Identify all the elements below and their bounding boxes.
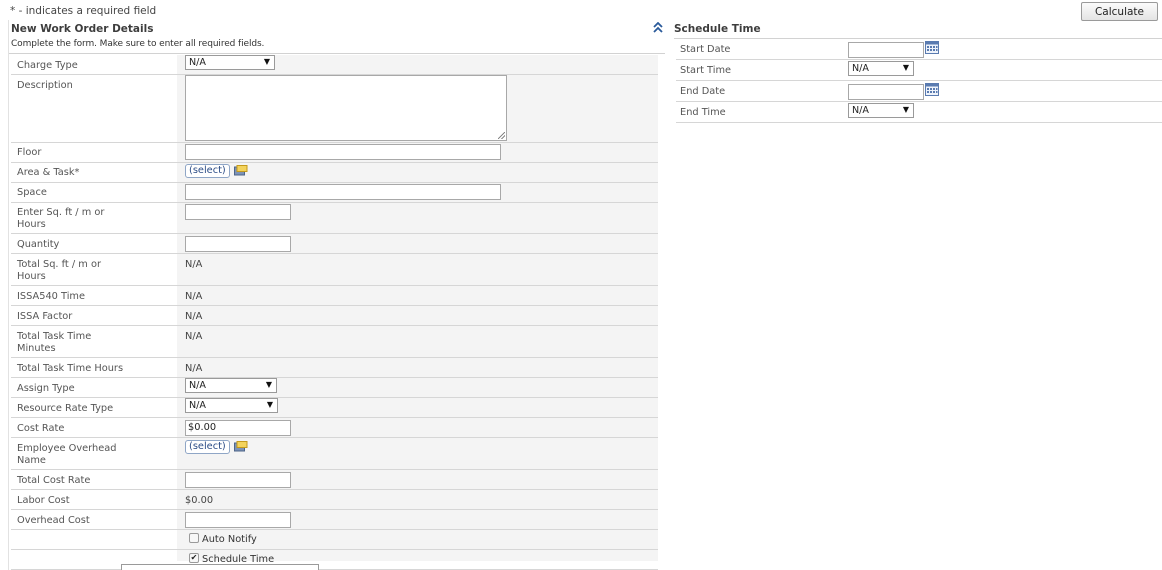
start-date-label: Start Date (680, 44, 731, 55)
overhead-cost-label: Overhead Cost (17, 515, 90, 526)
row-cost-rate: Cost Rate $0.00 (11, 418, 658, 438)
quantity-label: Quantity (17, 239, 60, 250)
total-sqft-label: Total Sq. ft / m or Hours (17, 259, 101, 282)
end-date-label: End Date (680, 86, 726, 97)
row-start-date: Start Date (676, 39, 1162, 60)
row-resource-rate-type: Resource Rate Type N/A ▼ (11, 398, 658, 418)
labor-cost-label: Labor Cost (17, 495, 70, 506)
schedule-time-checkbox[interactable]: ✔ (189, 553, 199, 563)
row-floor: Floor (11, 143, 658, 163)
total-task-hours-label: Total Task Time Hours (17, 363, 124, 374)
row-description: Description (11, 75, 658, 143)
total-task-minutes-label: Total Task Time Minutes (17, 331, 92, 354)
calendar-icon[interactable] (925, 41, 939, 54)
area-task-select-link[interactable]: (select) (185, 164, 230, 178)
auto-notify-checkbox[interactable] (189, 533, 199, 543)
floor-label: Floor (17, 147, 42, 158)
charge-type-label: Charge Type (17, 60, 78, 71)
row-total-cost-rate: Total Cost Rate (11, 470, 658, 490)
area-task-label: Area & Task* (17, 167, 80, 178)
row-assign-type: Assign Type N/A ▼ (11, 378, 658, 398)
sqft-hours-input[interactable] (185, 204, 291, 220)
row-start-time: Start Time N/A ▼ (676, 60, 1162, 81)
overhead-cost-input[interactable] (185, 512, 291, 528)
quantity-input[interactable] (185, 236, 291, 252)
floor-input[interactable] (185, 144, 501, 160)
end-time-select[interactable]: N/A ▼ (848, 103, 914, 118)
charge-type-value: N/A (189, 57, 206, 68)
row-schedule-time: ✔ Schedule Time (11, 550, 658, 570)
issa-factor-label: ISSA Factor (17, 311, 73, 322)
schedule-time-title: Schedule Time (674, 23, 761, 35)
dropdown-arrow-icon: ▼ (902, 105, 909, 114)
row-charge-type: Charge Type N/A ▼ (11, 55, 658, 75)
panel-title: New Work Order Details (11, 23, 154, 35)
end-date-input[interactable] (848, 84, 924, 100)
work-order-page: * - indicates a required field Calculate… (0, 0, 1162, 570)
end-time-label: End Time (680, 107, 726, 118)
issa-time-value: N/A (185, 291, 203, 302)
auto-notify-label: Auto Notify (202, 534, 257, 545)
assign-type-label: Assign Type (17, 383, 75, 394)
folder-icon[interactable] (234, 165, 248, 176)
row-total-task-minutes: Total Task Time Minutes N/A (11, 326, 658, 358)
row-employee-overhead: Employee Overhead Name (select) (11, 438, 658, 470)
issa-factor-value: N/A (185, 311, 203, 322)
labor-cost-value: $0.00 (185, 495, 214, 506)
row-end-time: End Time N/A ▼ (676, 102, 1162, 123)
start-time-label: Start Time (680, 65, 732, 76)
folder-icon[interactable] (234, 441, 248, 452)
row-total-task-hours: Total Task Time Hours N/A (11, 358, 658, 378)
row-labor-cost: Labor Cost $0.00 (11, 490, 658, 510)
row-end-date: End Date (676, 81, 1162, 102)
cut-off-popup (121, 564, 319, 570)
space-label: Space (17, 187, 47, 198)
panel-subtitle: Complete the form. Make sure to enter al… (11, 39, 265, 49)
cost-rate-input[interactable]: $0.00 (185, 420, 291, 436)
sqft-hours-label: Enter Sq. ft / m or Hours (17, 207, 105, 230)
dropdown-arrow-icon: ▼ (266, 400, 273, 409)
row-issa-factor: ISSA Factor N/A (11, 306, 658, 326)
issa-time-label: ISSA540 Time (17, 291, 85, 302)
description-label: Description (17, 80, 73, 91)
divider (9, 53, 665, 54)
calculate-button[interactable]: Calculate (1081, 2, 1158, 21)
dropdown-arrow-icon: ▼ (263, 57, 270, 66)
double-chevron-up-icon[interactable] (653, 21, 665, 34)
row-area-task: Area & Task* (select) (11, 163, 658, 183)
row-quantity: Quantity (11, 234, 658, 254)
row-space: Space (11, 183, 658, 203)
work-order-details-panel: New Work Order Details Complete the form… (8, 20, 665, 570)
total-task-hours-value: N/A (185, 363, 203, 374)
cost-rate-label: Cost Rate (17, 423, 65, 434)
calendar-icon[interactable] (925, 83, 939, 96)
row-overhead-cost: Overhead Cost (11, 510, 658, 530)
space-input[interactable] (185, 184, 501, 200)
total-cost-rate-input[interactable] (185, 472, 291, 488)
end-time-value: N/A (852, 105, 869, 116)
required-field-note: * - indicates a required field (10, 5, 157, 17)
start-time-select[interactable]: N/A ▼ (848, 61, 914, 76)
total-task-minutes-value: N/A (185, 331, 203, 342)
employee-overhead-label: Employee Overhead Name (17, 443, 117, 466)
row-auto-notify: Auto Notify (11, 530, 658, 550)
charge-type-select[interactable]: N/A ▼ (185, 55, 275, 70)
employee-overhead-select-link[interactable]: (select) (185, 440, 230, 454)
start-time-value: N/A (852, 63, 869, 74)
dropdown-arrow-icon: ▼ (265, 380, 272, 389)
row-total-sqft: Total Sq. ft / m or Hours N/A (11, 254, 658, 286)
resource-rate-type-select[interactable]: N/A ▼ (185, 398, 278, 413)
dropdown-arrow-icon: ▼ (902, 63, 909, 72)
start-date-input[interactable] (848, 42, 924, 58)
total-sqft-value: N/A (185, 259, 203, 270)
assign-type-select[interactable]: N/A ▼ (185, 378, 277, 393)
description-textarea[interactable] (185, 75, 507, 141)
assign-type-value: N/A (189, 380, 206, 391)
row-issa-time: ISSA540 Time N/A (11, 286, 658, 306)
resource-rate-type-value: N/A (189, 400, 206, 411)
resize-grip-icon[interactable] (498, 132, 505, 139)
total-cost-rate-label: Total Cost Rate (17, 475, 91, 486)
resource-rate-type-label: Resource Rate Type (17, 403, 114, 414)
row-sqft-hours: Enter Sq. ft / m or Hours (11, 203, 658, 234)
